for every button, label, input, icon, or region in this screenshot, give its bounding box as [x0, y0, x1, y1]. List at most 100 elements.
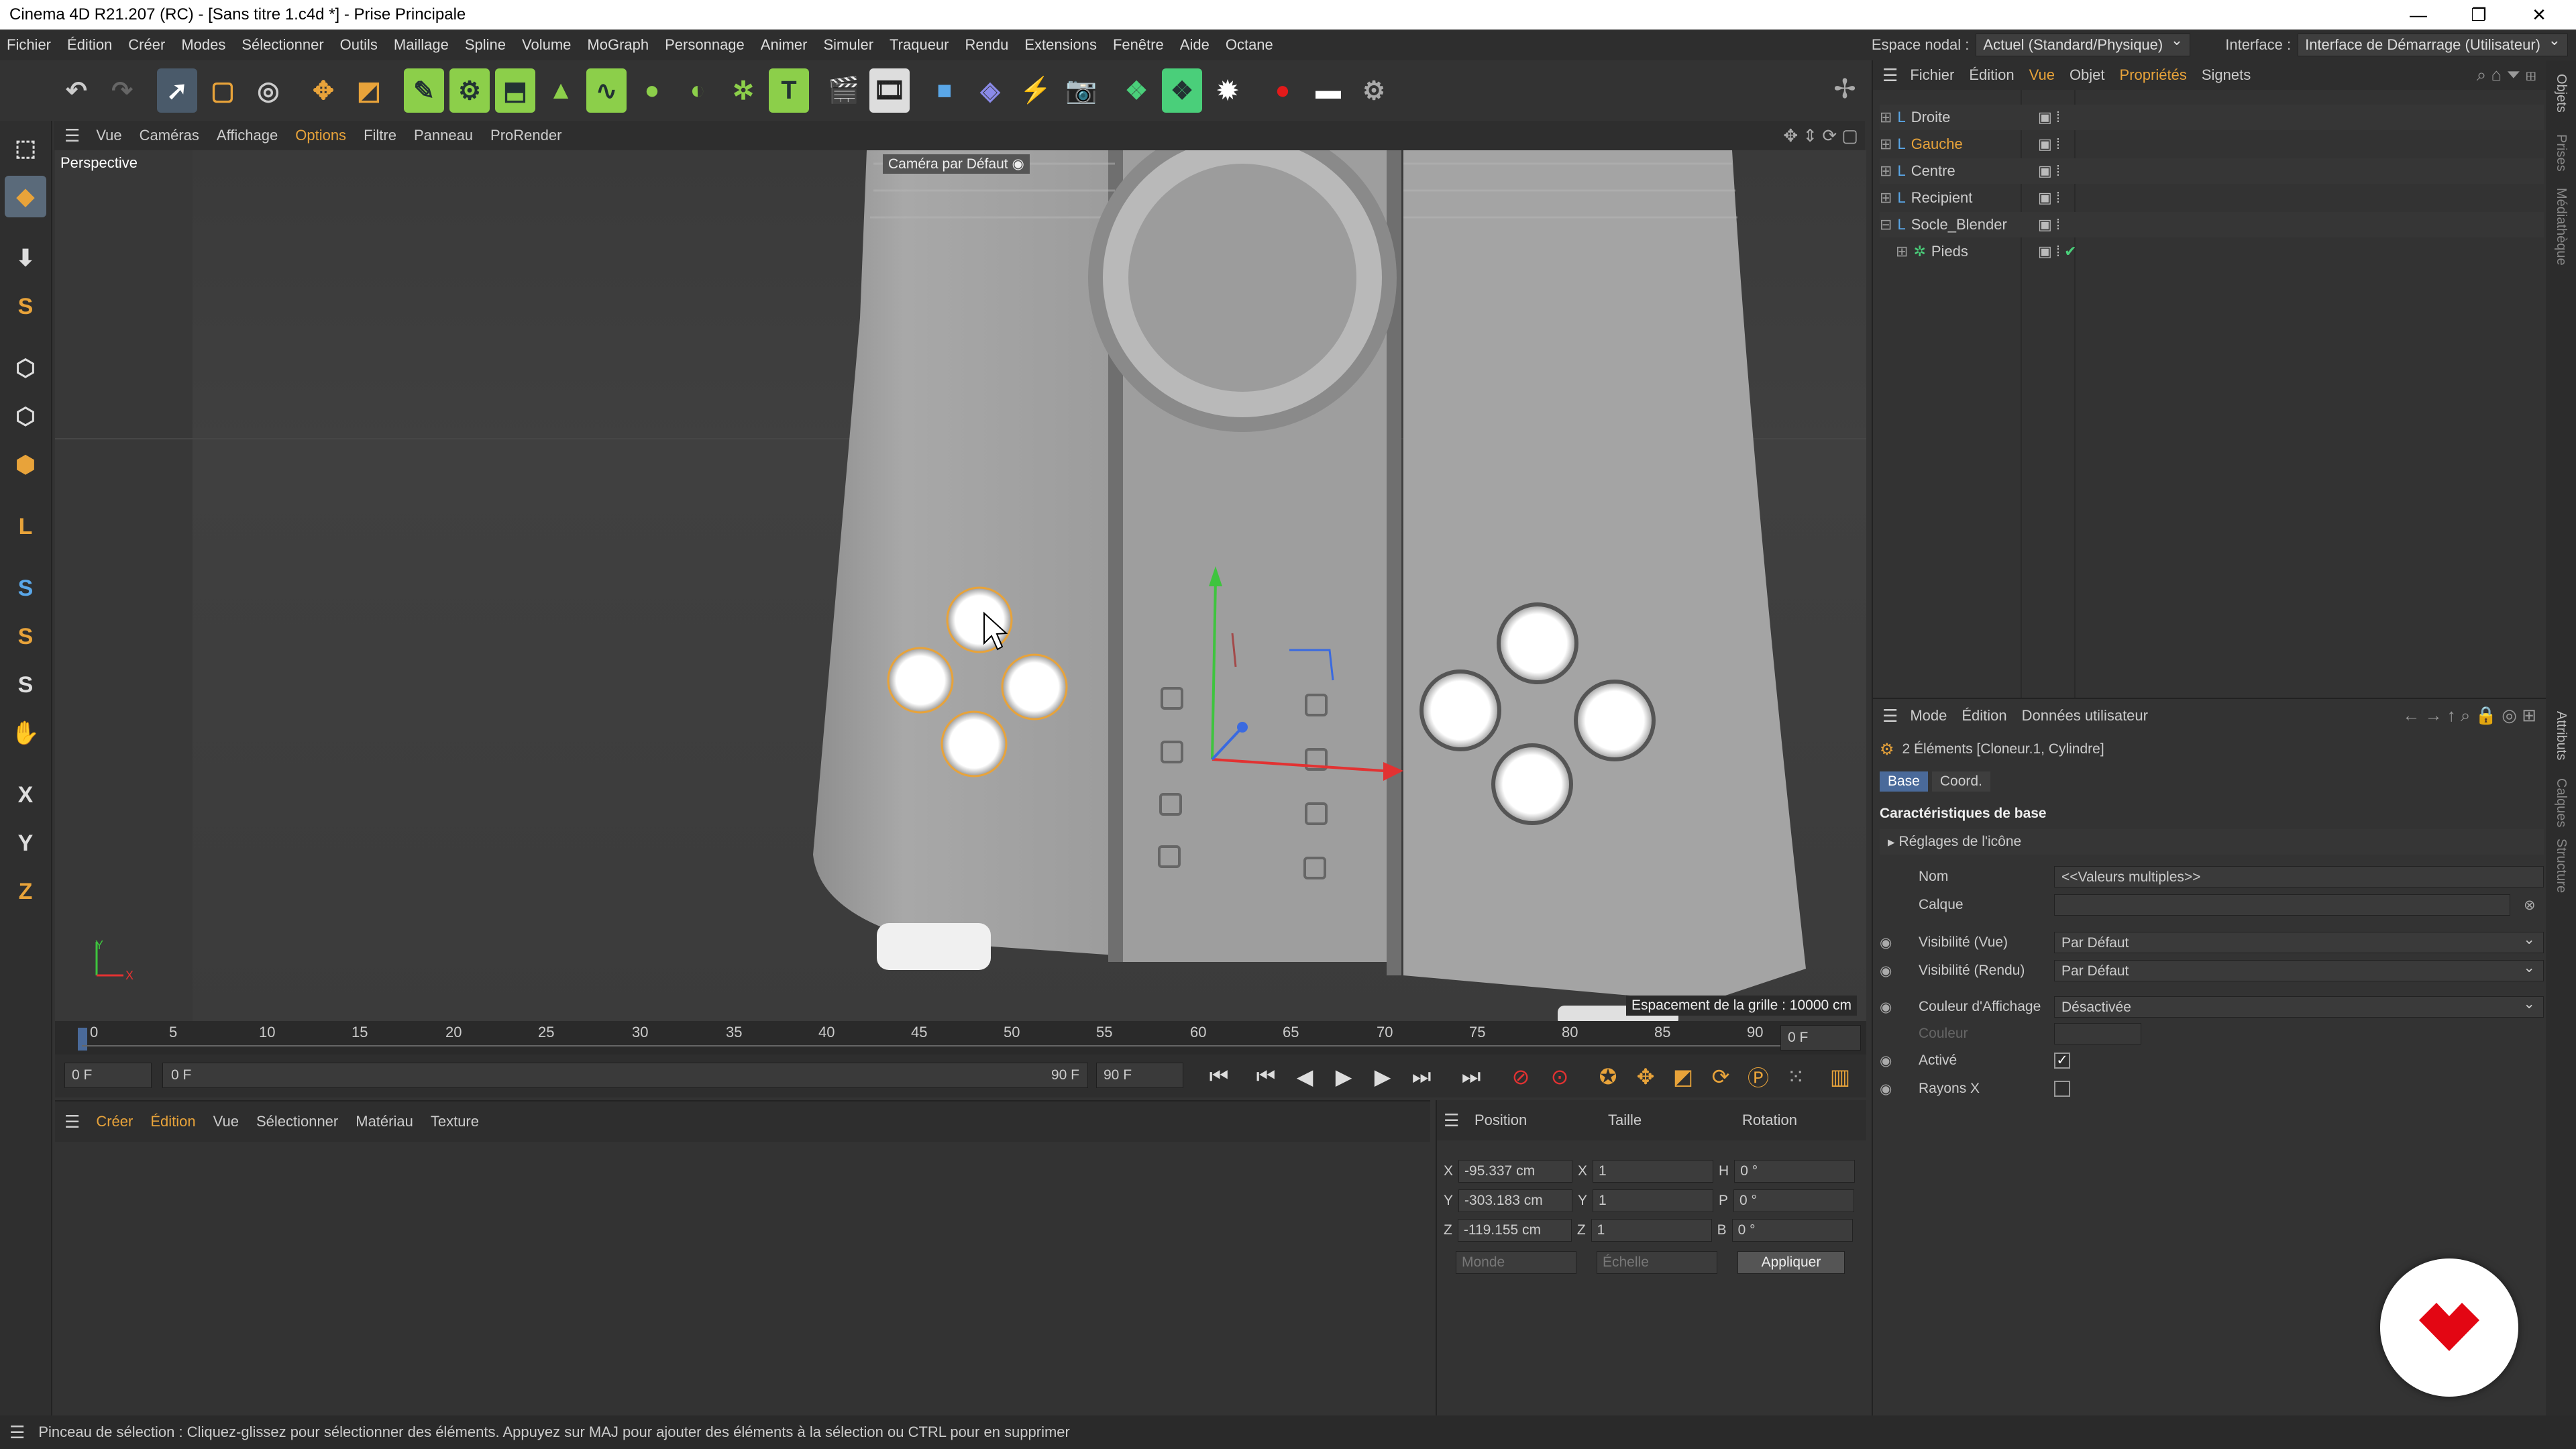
object-row[interactable]: ⊞ L Droite ▣ ⁞	[1880, 105, 2544, 130]
move-icon[interactable]: ✥	[303, 68, 343, 113]
tab-attributs[interactable]: Attributs	[2553, 711, 2569, 760]
menu-mograph[interactable]: MoGraph	[587, 36, 649, 54]
auto-key-icon[interactable]: ⊙	[1543, 1060, 1576, 1093]
menu-spline[interactable]: Spline	[465, 36, 506, 54]
menu-personnage[interactable]: Personnage	[665, 36, 745, 54]
object-row[interactable]: ⊞ ✲ Pieds ▣ ⁞ ✔	[1880, 239, 2544, 264]
object-row[interactable]: ⊞ L Centre ▣ ⁞	[1880, 158, 2544, 184]
text-icon[interactable]: T	[769, 68, 809, 113]
layer-field[interactable]	[2054, 894, 2510, 916]
mat-menu-texture[interactable]: Texture	[431, 1113, 479, 1130]
start-frame-field[interactable]: 0 F	[64, 1063, 152, 1088]
record-key-icon[interactable]: ⊘	[1504, 1060, 1538, 1093]
anim-dot-icon[interactable]: ◉	[1880, 1053, 1892, 1069]
generator-icon[interactable]: ⚙	[449, 68, 490, 113]
rot-p-field[interactable]: 0 °	[1733, 1189, 1855, 1212]
spline-icon[interactable]: ∿	[586, 68, 627, 113]
attr-hamburger-icon[interactable]: ☰	[1882, 706, 1898, 727]
solo3-icon[interactable]: S	[5, 664, 46, 706]
next-key-icon[interactable]: ⏭	[1405, 1060, 1438, 1093]
edges-mode-icon[interactable]: ⬡	[5, 396, 46, 437]
rot-b-field[interactable]: 0 °	[1731, 1219, 1853, 1242]
vp-menu-panneau[interactable]: Panneau	[414, 127, 473, 144]
anim-dot-icon[interactable]: ◉	[1880, 999, 1892, 1016]
goto-start-icon[interactable]: ⏮	[1202, 1060, 1236, 1093]
mograph2-icon[interactable]: ❖	[1162, 68, 1202, 113]
axis-mode-icon[interactable]: L	[5, 506, 46, 547]
object-row[interactable]: ⊞ L Recipient ▣ ⁞	[1880, 185, 2544, 211]
expand-icon[interactable]: ⊞	[1880, 136, 1892, 153]
apply-button[interactable]: Appliquer	[1737, 1251, 1845, 1274]
menu-edition[interactable]: Édition	[67, 36, 112, 54]
select-arrow-icon[interactable]: ➚	[157, 68, 197, 113]
points-mode-icon[interactable]: ⬡	[5, 347, 46, 389]
pos-y-field[interactable]: -303.183 cm	[1458, 1189, 1573, 1212]
size-z-field[interactable]: 1	[1591, 1219, 1712, 1242]
rect-select-icon[interactable]: ▢	[203, 68, 243, 113]
anim-dot-icon[interactable]: ◉	[1880, 934, 1892, 951]
xray-checkbox[interactable]	[2054, 1081, 2070, 1097]
visibility-dots[interactable]: ▣ ⁞	[2038, 136, 2060, 153]
close-button[interactable]: ✕	[2509, 0, 2569, 30]
light-icon[interactable]: ✹	[1208, 68, 1248, 113]
mat-menu-selectionner[interactable]: Sélectionner	[256, 1113, 338, 1130]
object-name[interactable]: Pieds	[1931, 243, 1968, 260]
tab-base[interactable]: Base	[1880, 771, 1928, 792]
render-settings-icon[interactable]: 🎞	[869, 68, 910, 113]
object-name[interactable]: Socle_Blender	[1911, 216, 2007, 233]
rot-h-field[interactable]: 0 °	[1734, 1160, 1856, 1183]
obj-menu-vue[interactable]: Vue	[2029, 66, 2055, 84]
make-editable-icon[interactable]: ⬚	[5, 127, 46, 169]
minimize-button[interactable]: —	[2388, 0, 2449, 30]
mat-menu-vue[interactable]: Vue	[213, 1113, 239, 1130]
hamburger-icon[interactable]: ☰	[64, 125, 80, 146]
espace-dropdown[interactable]: Actuel (Standard/Physique)	[1976, 32, 2191, 56]
octane-live-icon[interactable]: ▬	[1308, 68, 1348, 113]
menu-creer[interactable]: Créer	[128, 36, 165, 54]
tab-mediatheque[interactable]: Médiathèque	[2553, 188, 2569, 266]
playhead[interactable]	[78, 1028, 87, 1051]
menu-fichier[interactable]: Fichier	[7, 36, 51, 54]
attr-menu-mode[interactable]: Mode	[1910, 707, 1947, 724]
camera-icon[interactable]: 📷	[1061, 68, 1102, 113]
active-checkbox[interactable]: ✓	[2054, 1053, 2070, 1069]
pos-x-field[interactable]: -95.337 cm	[1458, 1160, 1573, 1183]
redo-icon[interactable]: ↷	[102, 68, 142, 113]
layer-clear-icon[interactable]: ⊗	[2524, 897, 2536, 914]
menu-volume[interactable]: Volume	[522, 36, 571, 54]
menu-fenetre[interactable]: Fenêtre	[1113, 36, 1164, 54]
scale-key-icon[interactable]: ◩	[1666, 1060, 1700, 1093]
obj-search-icon[interactable]: ⌕ ⌂ ⏷ ⊞	[2477, 64, 2536, 86]
visibility-dots[interactable]: ▣ ⁞	[2038, 189, 2060, 207]
visibility-view-dropdown[interactable]: Par Défaut	[2054, 931, 2544, 953]
mograph-icon[interactable]: ❖	[1116, 68, 1157, 113]
attr-nav-icon[interactable]: ← → ↑ ⌕ 🔒 ◎ ⊞	[2402, 705, 2536, 727]
tab-prises[interactable]: Prises	[2553, 134, 2569, 172]
tab-calques[interactable]: Calques	[2553, 778, 2569, 827]
prev-frame-icon[interactable]: ◀	[1288, 1060, 1322, 1093]
tab-coord[interactable]: Coord.	[1931, 771, 1990, 792]
object-name[interactable]: Gauche	[1911, 136, 1963, 153]
viewport-nav-icon[interactable]: ✥ ⇕ ⟳ ▢	[1783, 125, 1858, 146]
visibility-dots[interactable]: ▣ ⁞ ✔	[2038, 243, 2077, 260]
obj-menu-signets[interactable]: Signets	[2202, 66, 2251, 84]
expand-icon[interactable]: ⊞	[1880, 189, 1892, 207]
coord-hamburger-icon[interactable]: ☰	[1444, 1110, 1459, 1131]
menu-outils[interactable]: Outils	[340, 36, 378, 54]
lock-x-icon[interactable]: X	[5, 774, 46, 816]
pen-icon[interactable]: ✎	[404, 68, 444, 113]
menu-modes[interactable]: Modes	[181, 36, 225, 54]
status-hamburger-icon[interactable]: ☰	[9, 1422, 25, 1443]
expand-icon[interactable]: ⊞	[1896, 243, 1908, 260]
current-frame-field[interactable]: 0 F	[1780, 1025, 1861, 1051]
brush-icon[interactable]: ✋	[5, 712, 46, 754]
display-color-dropdown[interactable]: Désactivée	[2054, 996, 2544, 1018]
boole-icon[interactable]: ◐	[678, 68, 718, 113]
next-frame-icon[interactable]: ▶	[1366, 1060, 1399, 1093]
sweep-icon[interactable]: ▲	[541, 68, 581, 113]
scale-icon[interactable]: ◩	[349, 68, 389, 113]
mat-menu-edition[interactable]: Édition	[150, 1113, 195, 1130]
viewport[interactable]: Perspective Caméra par Défaut ◉ Espaceme…	[55, 150, 1866, 1021]
anim-dot-icon[interactable]: ◉	[1880, 1081, 1892, 1097]
vp-menu-affichage[interactable]: Affichage	[217, 127, 278, 144]
